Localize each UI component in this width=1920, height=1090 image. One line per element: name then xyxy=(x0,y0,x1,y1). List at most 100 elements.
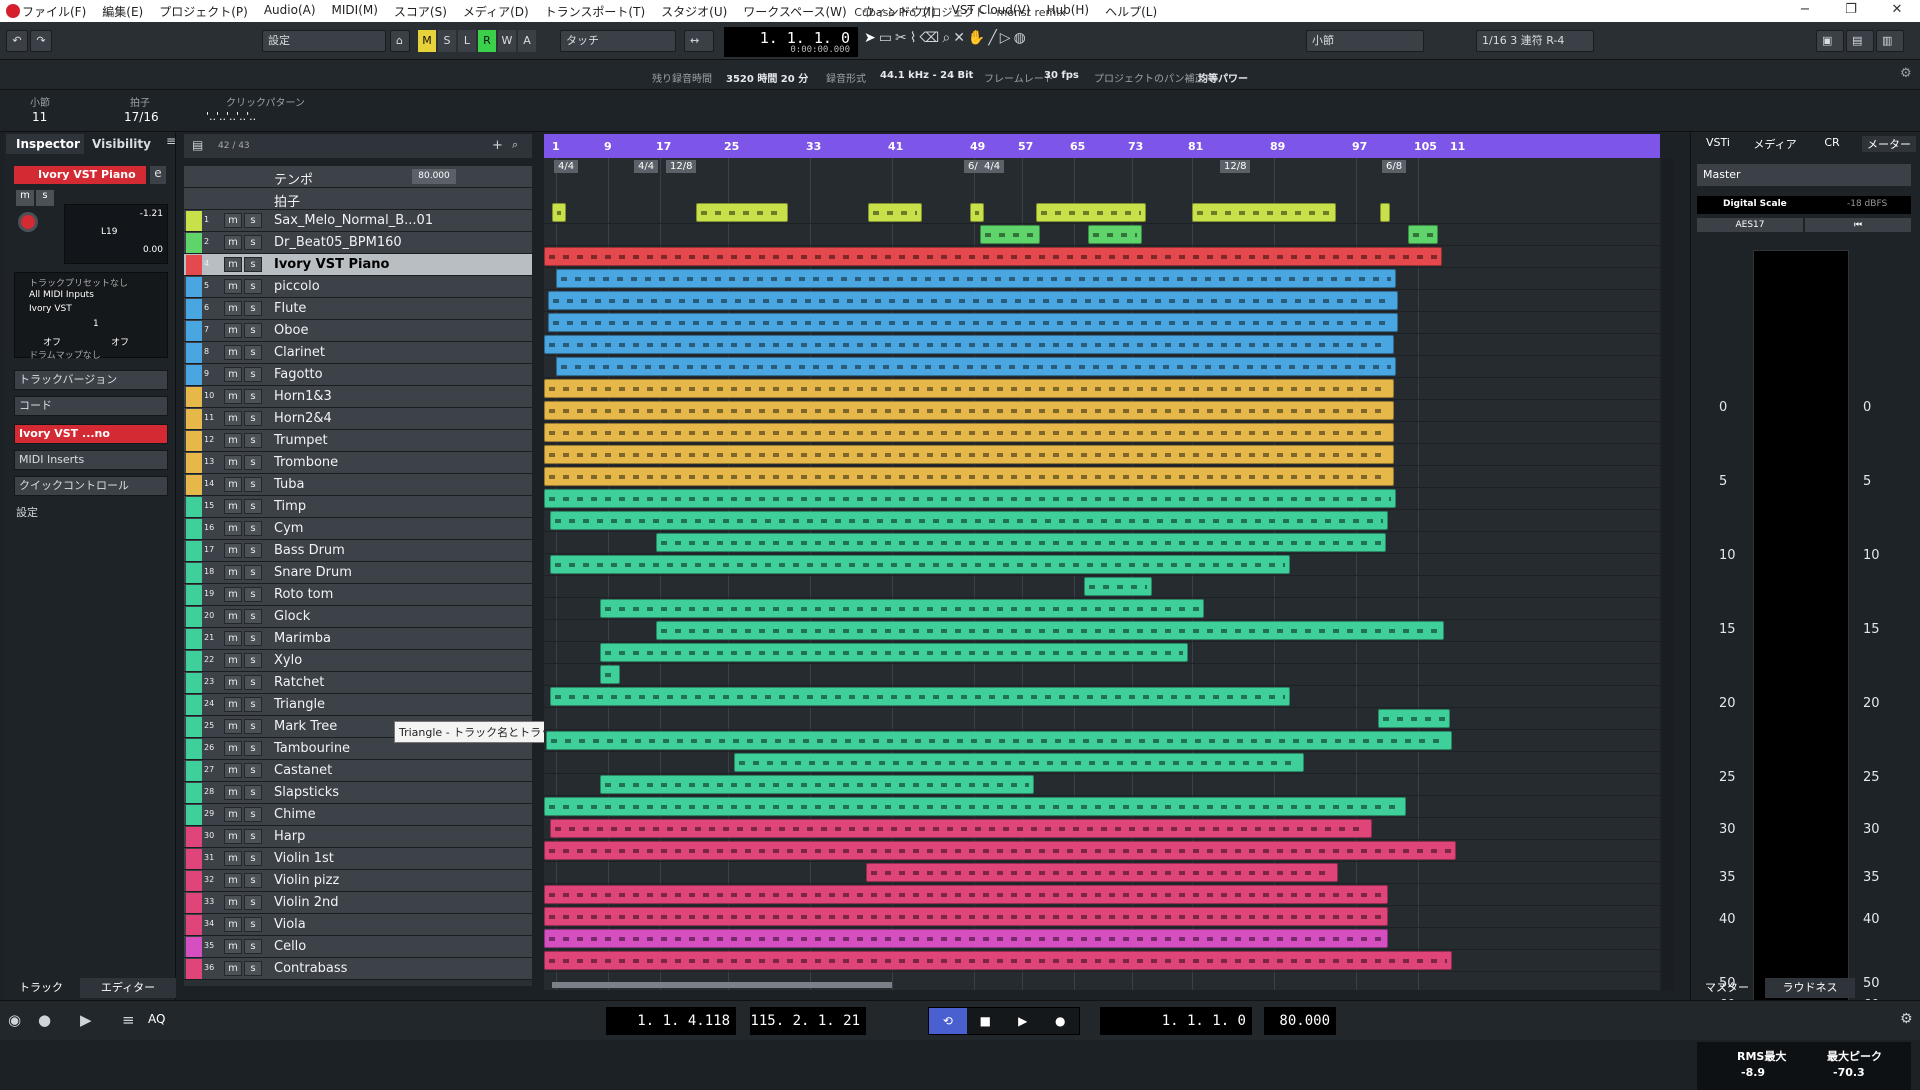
track-solo-button[interactable]: s xyxy=(244,301,262,316)
track-row[interactable]: 24 m s Triangle xyxy=(184,694,532,716)
track-row[interactable]: 6 m s Flute xyxy=(184,298,532,320)
track-mute-button[interactable]: m xyxy=(224,917,242,932)
menu-item[interactable]: メディア(D) xyxy=(463,3,529,20)
midi-part[interactable] xyxy=(696,203,788,222)
state-button[interactable]: W xyxy=(498,30,516,52)
zoom-tool-icon[interactable]: ⌕ xyxy=(942,30,950,52)
midi-channel[interactable]: 1 xyxy=(93,319,99,329)
quantize-dropdown[interactable]: 1/16 3 連符 R-4 xyxy=(1476,30,1594,52)
track-row[interactable]: 8 m s Clarinet xyxy=(184,342,532,364)
track-solo-button[interactable]: s xyxy=(244,609,262,624)
tab-inspector[interactable]: Inspector xyxy=(6,134,84,154)
track-row[interactable]: 35 m s Cello xyxy=(184,936,532,958)
vertical-scrollbar[interactable] xyxy=(1662,158,1674,990)
record-enable-button[interactable] xyxy=(18,212,38,232)
track-mute-button[interactable]: m xyxy=(224,587,242,602)
track-mute-button[interactable]: m xyxy=(224,543,242,558)
track-solo-button[interactable]: s xyxy=(244,895,262,910)
signature-event[interactable]: 12/8 xyxy=(666,160,697,173)
inspector-menu-icon[interactable]: ≡ xyxy=(166,134,176,148)
track-solo-button[interactable]: s xyxy=(244,323,262,338)
record-button[interactable]: ● xyxy=(1042,1008,1080,1034)
split-tool-icon[interactable]: ✂ xyxy=(895,30,907,52)
midi-part[interactable] xyxy=(544,797,1406,816)
track-row[interactable]: 16 m s Cym xyxy=(184,518,532,540)
track-solo-button[interactable]: s xyxy=(244,433,262,448)
track-mute-button[interactable]: m xyxy=(224,323,242,338)
track-row[interactable]: 23 m s Ratchet xyxy=(184,672,532,694)
undo-button[interactable]: ↶ xyxy=(6,30,28,52)
track-solo-button[interactable]: s xyxy=(244,851,262,866)
midi-part[interactable] xyxy=(544,951,1452,970)
play-tool-icon[interactable]: ▷ xyxy=(1000,30,1011,52)
track-solo-button[interactable]: s xyxy=(244,477,262,492)
track-mute-button[interactable]: m xyxy=(224,499,242,514)
track-solo-button[interactable]: s xyxy=(244,741,262,756)
midi-part[interactable] xyxy=(1084,577,1152,596)
midi-part[interactable] xyxy=(544,335,1394,354)
track-mute-button[interactable]: m xyxy=(224,257,242,272)
track-row[interactable]: 14 m s Tuba xyxy=(184,474,532,496)
track-mute-button[interactable]: m xyxy=(224,895,242,910)
track-mute-button[interactable]: m xyxy=(224,851,242,866)
state-button[interactable]: L xyxy=(458,30,476,52)
auto-quantize-button[interactable]: AQ xyxy=(148,1012,165,1026)
meter-scale-display[interactable]: Digital Scale -18 dBFS xyxy=(1697,196,1911,214)
track-row[interactable]: 18 m s Snare Drum xyxy=(184,562,532,584)
midi-part[interactable] xyxy=(544,885,1388,904)
midi-part[interactable] xyxy=(544,379,1394,398)
stop-button[interactable]: ■ xyxy=(967,1008,1005,1034)
track-row[interactable]: 20 m s Glock xyxy=(184,606,532,628)
track-mute-button[interactable]: m xyxy=(224,345,242,360)
cycle-button[interactable]: ⟲ xyxy=(929,1008,967,1034)
menu-item[interactable]: トランスポート(T) xyxy=(545,3,645,20)
track-row[interactable]: 9 m s Fagotto xyxy=(184,364,532,386)
midi-part[interactable] xyxy=(544,401,1394,420)
track-mute-button[interactable]: m xyxy=(224,697,242,712)
track-row[interactable]: 29 m s Chime xyxy=(184,804,532,826)
maximize-button[interactable]: ❐ xyxy=(1828,0,1874,22)
track-row[interactable]: 31 m s Violin 1st xyxy=(184,848,532,870)
midi-part[interactable] xyxy=(548,291,1398,310)
midi-part[interactable] xyxy=(544,489,1396,508)
state-button[interactable]: R xyxy=(478,30,496,52)
horizontal-scrollbar[interactable] xyxy=(552,982,892,988)
track-row[interactable]: 15 m s Timp xyxy=(184,496,532,518)
midi-part[interactable] xyxy=(866,863,1338,882)
track-mute-button[interactable]: m xyxy=(224,741,242,756)
edit-instrument-icon[interactable]: e xyxy=(150,166,166,184)
pointer-tool-icon[interactable]: ➤ xyxy=(864,30,876,52)
signature-event[interactable]: 4/4 xyxy=(554,160,579,173)
section-midi-inserts[interactable]: MIDI Inserts xyxy=(14,450,168,470)
snap-type-dropdown[interactable]: 小節 xyxy=(1306,30,1424,52)
track-preset[interactable]: トラックプリセットなし xyxy=(29,276,128,289)
layout-left-icon[interactable]: ▣ xyxy=(1816,30,1844,52)
track-solo-button[interactable]: s xyxy=(244,257,262,272)
menu-item[interactable]: スタジオ(U) xyxy=(661,3,727,20)
track-mute-button[interactable]: m xyxy=(224,565,242,580)
timeline-ruler[interactable]: 1 9 17 25 33 41 49 57 65 73 81 89 97 105 11 xyxy=(544,134,1660,158)
midi-part[interactable] xyxy=(550,511,1388,530)
midi-part[interactable] xyxy=(1380,203,1390,222)
track-solo-button[interactable]: s xyxy=(244,807,262,822)
track-solo-button[interactable]: s xyxy=(244,411,262,426)
bar-value[interactable]: 11 xyxy=(32,110,47,124)
midi-part[interactable] xyxy=(656,533,1386,552)
track-solo-button[interactable]: s xyxy=(244,785,262,800)
track-row[interactable]: 34 m s Viola xyxy=(184,914,532,936)
erase-tool-icon[interactable]: ⌫ xyxy=(920,30,940,52)
track-solo-button[interactable]: s xyxy=(244,653,262,668)
track-solo-button[interactable]: s xyxy=(244,631,262,646)
state-button[interactable]: M xyxy=(418,30,436,52)
play-button[interactable]: ▶ xyxy=(1004,1008,1042,1034)
right-locator-display[interactable]: 115. 2. 1. 21 xyxy=(750,1007,866,1035)
midi-part[interactable] xyxy=(556,269,1396,288)
hand-tool-icon[interactable]: ✋ xyxy=(968,30,985,52)
menu-item[interactable]: Audio(A) xyxy=(264,3,316,20)
layout-right-icon[interactable]: ▥ xyxy=(1876,30,1904,52)
color-tool-icon[interactable]: ◍ xyxy=(1014,30,1026,52)
track-row[interactable]: 10 m s Horn1&3 xyxy=(184,386,532,408)
track-row[interactable]: 12 m s Trumpet xyxy=(184,430,532,452)
track-solo-button[interactable]: s xyxy=(244,961,262,976)
midi-part[interactable] xyxy=(544,907,1388,926)
